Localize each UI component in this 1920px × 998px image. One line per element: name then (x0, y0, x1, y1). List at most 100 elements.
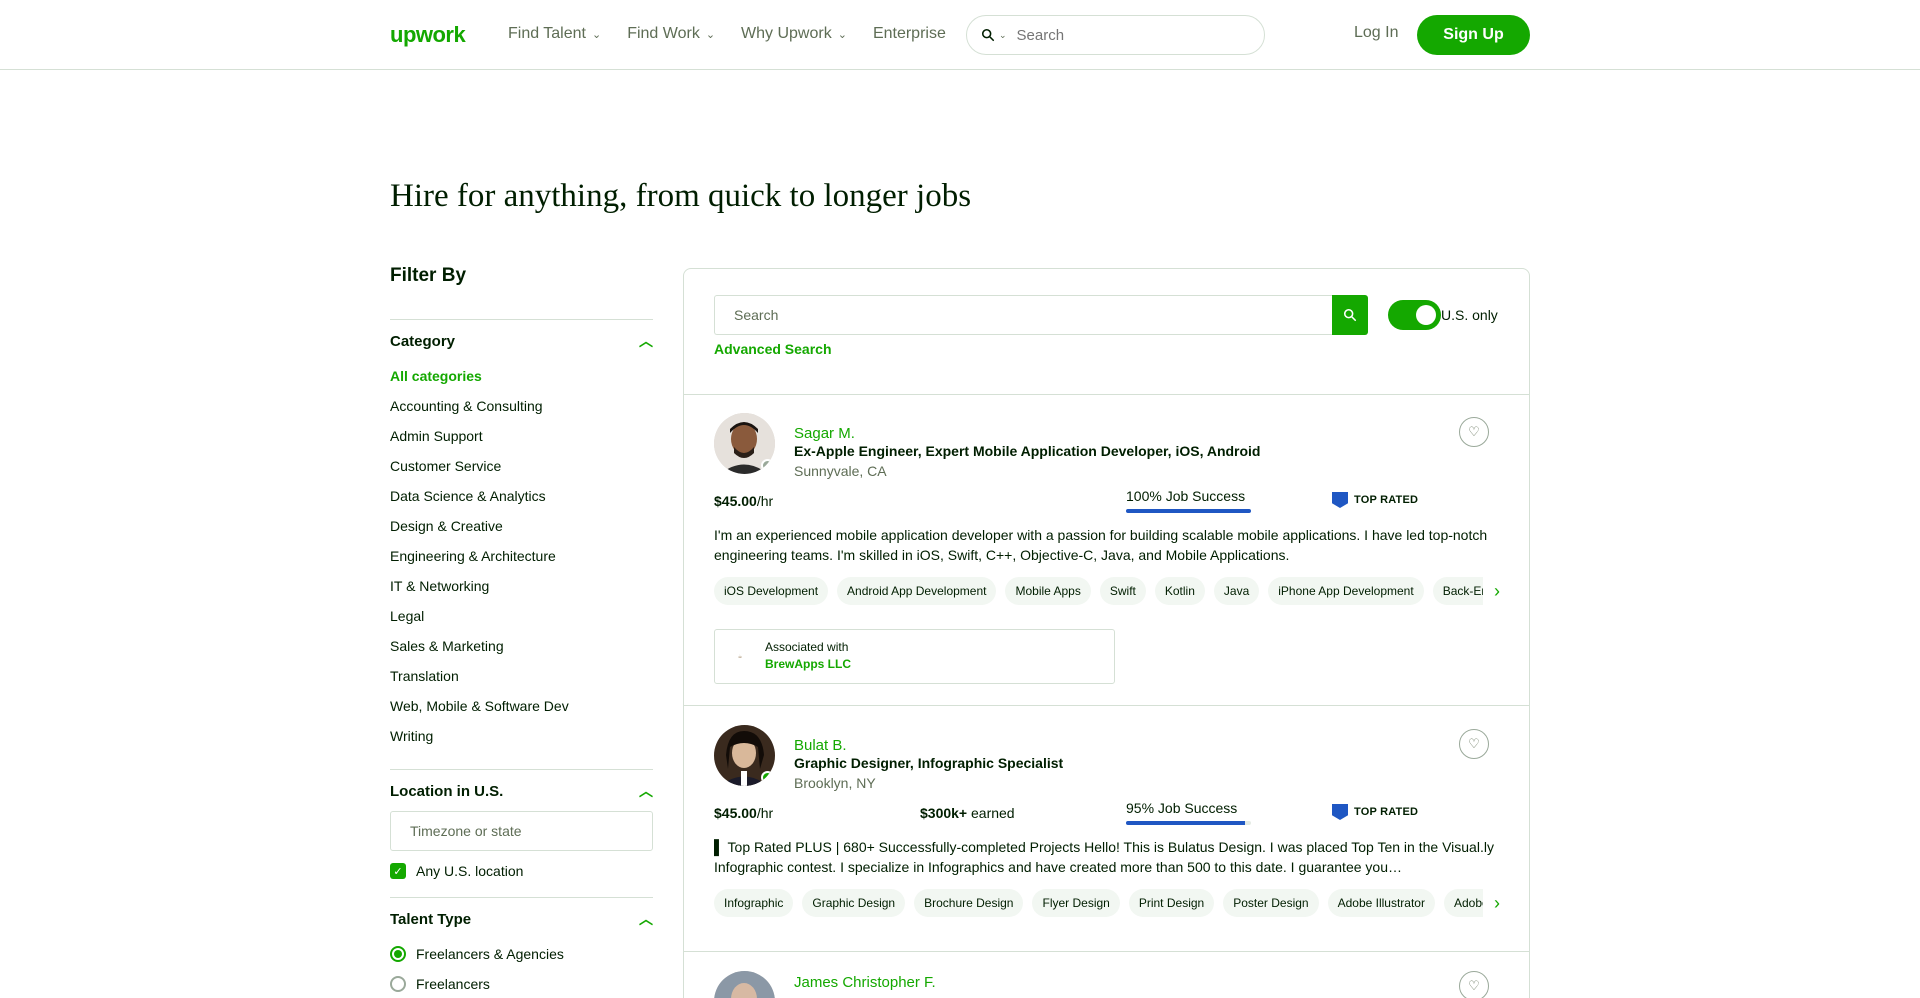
skill-tag[interactable]: iOS Development (714, 577, 829, 605)
chevron-right-icon[interactable]: › (1483, 889, 1511, 917)
chevron-up-icon[interactable]: ︿ (639, 781, 653, 801)
skill-tag[interactable]: Print Design (1128, 889, 1215, 917)
agency-name[interactable]: BrewApps LLC (765, 657, 851, 671)
skill-tag[interactable]: Flyer Design (1032, 889, 1120, 917)
radio-freelancers[interactable]: Freelancers (390, 969, 653, 998)
freelancer-name[interactable]: Sagar M. (794, 425, 855, 442)
category-item[interactable]: Data Science & Analytics (390, 481, 653, 511)
search-icon (1343, 308, 1357, 322)
job-success: 95% Job Success (1126, 800, 1238, 816)
us-only-toggle[interactable] (1388, 300, 1441, 330)
category-item[interactable]: Writing (390, 721, 653, 751)
heart-icon[interactable]: ♡ (1459, 417, 1489, 447)
chevron-down-icon[interactable]: ⌄ (999, 30, 1007, 41)
job-success-fill (1126, 509, 1251, 513)
header-search[interactable]: ⌄ (966, 15, 1265, 55)
category-item[interactable]: Legal (390, 601, 653, 631)
nav-find-work[interactable]: Find Work ⌄ (627, 25, 715, 43)
category-section: Category ︿ All categories Accounting & C… (390, 319, 653, 751)
advanced-search-link[interactable]: Advanced Search (714, 341, 832, 357)
nav-find-talent[interactable]: Find Talent ⌄ (508, 25, 601, 43)
freelancer-name[interactable]: Bulat B. (794, 737, 847, 754)
total-earned: $300k+ earned (920, 805, 1015, 821)
skill-tag[interactable]: Brochure Design (914, 889, 1024, 917)
header-search-input[interactable] (1016, 26, 1217, 44)
freelancer-card[interactable]: Sagar M. Ex-Apple Engineer, Expert Mobil… (714, 413, 1511, 693)
filter-sidebar: Filter By Category ︿ All categories Acco… (390, 265, 653, 998)
skill-tag[interactable]: Java (1213, 577, 1260, 605)
category-item[interactable]: Design & Creative (390, 511, 653, 541)
freelancer-description: ▌ Top Rated PLUS | 680+ Successfully-com… (714, 839, 1494, 875)
category-item[interactable]: All categories (390, 361, 653, 391)
freelancer-card[interactable]: James Christopher F. ♡ (714, 971, 1504, 998)
chevron-right-icon[interactable]: › (1483, 577, 1511, 605)
radio-unselected[interactable] (390, 976, 406, 992)
results-panel: Search U.S. only Advanced Search Sagar M… (683, 268, 1530, 998)
freelancer-location: Brooklyn, NY (794, 775, 876, 791)
job-success: 100% Job Success (1126, 488, 1246, 504)
heart-icon[interactable]: ♡ (1459, 971, 1489, 998)
main-nav: Find Talent ⌄ Find Work ⌄ Why Upwork ⌄ Ente… (508, 0, 972, 68)
radio-selected[interactable] (390, 946, 406, 962)
skill-tag[interactable]: Adobe Illustrator (1327, 889, 1435, 917)
skill-tag[interactable]: Kotlin (1154, 577, 1205, 605)
skill-tag[interactable]: Infographic (714, 889, 794, 917)
top-rated-badge: TOP RATED (1332, 492, 1418, 508)
category-header[interactable]: Category ︿ (390, 331, 653, 351)
filter-title: Filter By (390, 265, 467, 286)
chevron-up-icon[interactable]: ︿ (639, 331, 653, 351)
category-item[interactable]: Web, Mobile & Software Dev (390, 691, 653, 721)
results-search-input[interactable]: Search (714, 295, 1332, 335)
category-item[interactable]: Sales & Marketing (390, 631, 653, 661)
divider (684, 394, 1529, 395)
avatar-photo (714, 971, 775, 998)
freelancer-name[interactable]: James Christopher F. (794, 974, 936, 991)
freelancer-card[interactable]: Bulat B. Graphic Designer, Infographic S… (714, 725, 1511, 945)
heart-icon[interactable]: ♡ (1459, 729, 1489, 759)
avatar[interactable] (714, 413, 775, 474)
avatar[interactable] (714, 725, 775, 786)
chevron-up-icon[interactable]: ︿ (639, 909, 653, 929)
nav-enterprise[interactable]: Enterprise (873, 25, 946, 43)
us-only-label: U.S. only (1441, 307, 1498, 323)
skill-tag[interactable]: Swift (1099, 577, 1146, 605)
login-link[interactable]: Log In (1354, 24, 1398, 42)
category-item[interactable]: Customer Service (390, 451, 653, 481)
location-input[interactable]: Timezone or state (390, 811, 653, 851)
skill-tag[interactable]: Android App Development (837, 577, 997, 605)
job-success-fill (1126, 821, 1245, 825)
checkmark-icon[interactable]: ✓ (390, 863, 406, 879)
search-button[interactable] (1332, 295, 1368, 335)
job-success-bar (1126, 509, 1251, 513)
category-item[interactable]: Accounting & Consulting (390, 391, 653, 421)
upwork-logo[interactable]: upwork (390, 22, 466, 48)
avatar[interactable] (714, 971, 775, 998)
agency-association[interactable]: ☕ Associated with BrewApps LLC (714, 629, 1115, 684)
hourly-rate: $45.00/hr (714, 805, 774, 821)
top-header: upwork Find Talent ⌄ Find Work ⌄ Why Upwor… (0, 0, 1920, 70)
location-header[interactable]: Location in U.S. ︿ (390, 781, 653, 801)
nav-why-upwork[interactable]: Why Upwork ⌄ (741, 25, 847, 43)
hourly-rate: $45.00/hr (714, 493, 774, 509)
chevron-down-icon: ⌄ (705, 28, 716, 41)
results-search-row: Search U.S. only (714, 295, 1498, 335)
signup-button[interactable]: Sign Up (1417, 15, 1530, 55)
status-dot (761, 459, 774, 472)
skill-tag[interactable]: Poster Design (1223, 889, 1319, 917)
page-title: Hire for anything, from quick to longer … (390, 178, 972, 214)
shield-icon (1332, 492, 1348, 508)
skill-tag[interactable]: Mobile Apps (1005, 577, 1091, 605)
category-item[interactable]: Admin Support (390, 421, 653, 451)
skill-tag[interactable]: Graphic Design (802, 889, 906, 917)
talent-type-header[interactable]: Talent Type ︿ (390, 909, 653, 929)
skills-list: Infographic Graphic Design Brochure Desi… (714, 889, 1491, 917)
radio-freelancers-agencies[interactable]: Freelancers & Agencies (390, 939, 653, 969)
chevron-down-icon: ⌄ (591, 28, 602, 41)
any-location-checkbox[interactable]: ✓ Any U.S. location (390, 863, 653, 879)
freelancer-location: Sunnyvale, CA (794, 463, 887, 479)
skill-tag[interactable]: iPhone App Development (1268, 577, 1424, 605)
category-item[interactable]: IT & Networking (390, 571, 653, 601)
category-item[interactable]: Translation (390, 661, 653, 691)
category-item[interactable]: Engineering & Architecture (390, 541, 653, 571)
skills-list: iOS Development Android App Development … (714, 577, 1491, 605)
